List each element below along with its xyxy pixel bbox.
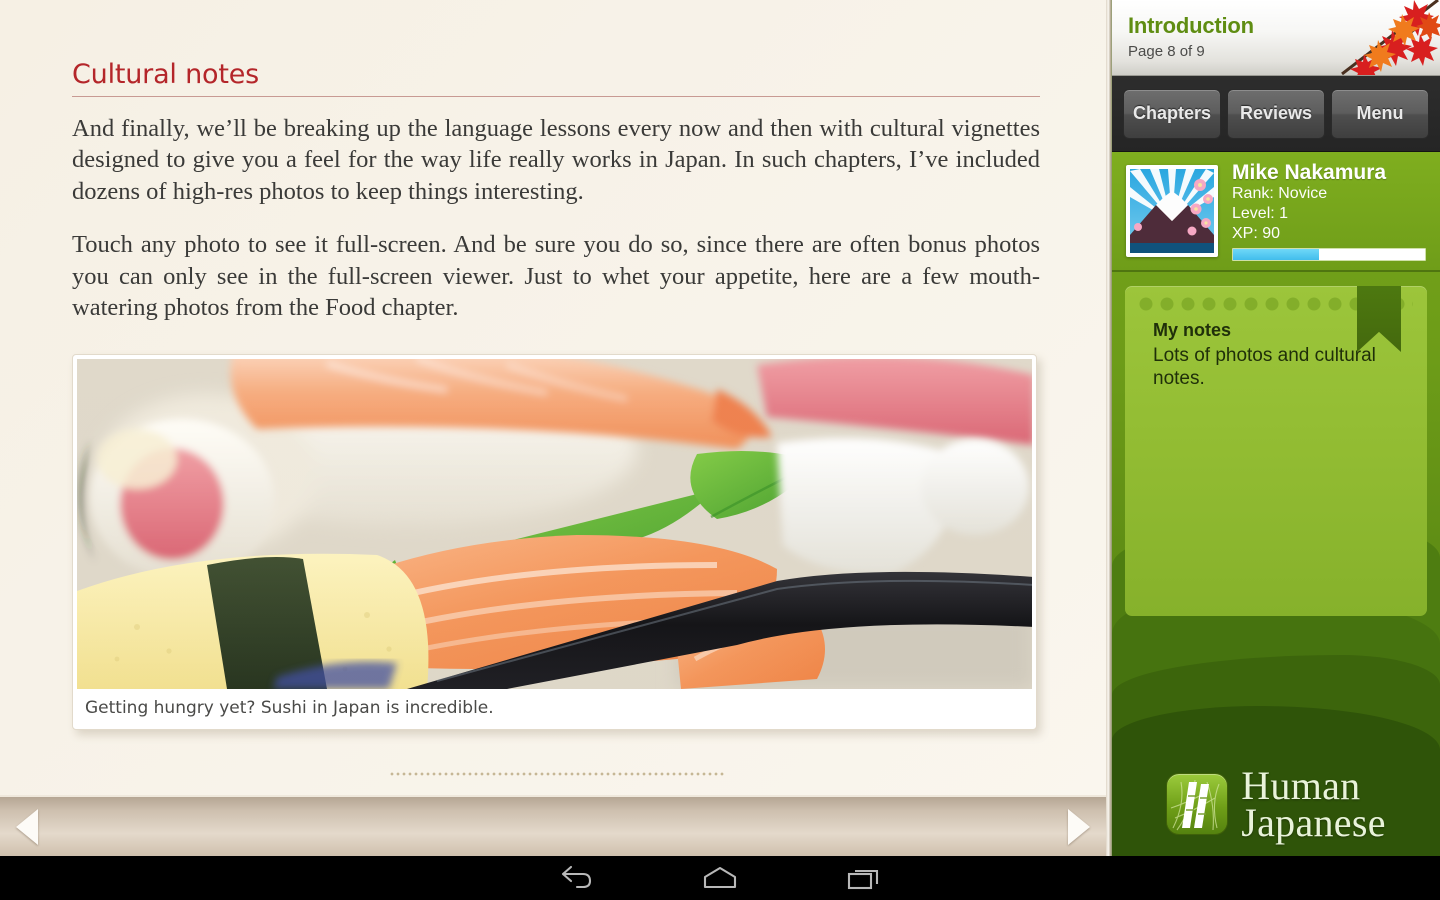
user-rank: Rank: Novice (1232, 185, 1328, 203)
sushi-photo[interactable] (77, 358, 1032, 689)
recents-icon[interactable] (825, 856, 905, 900)
user-xp: XP: 90 (1232, 224, 1281, 242)
logo-line-2: Japanese (1241, 800, 1386, 846)
sidebar: Introduction Page 8 of 9 Chapters Review… (1112, 0, 1440, 856)
page-title: Cultural notes (72, 60, 1040, 97)
android-system-bar (0, 856, 1440, 900)
bamboo-logo-icon (1166, 773, 1229, 836)
app-root: Cultural notes And finally, we’ll be bre… (0, 0, 1440, 900)
tab-reviews[interactable]: Reviews (1227, 88, 1325, 139)
reader-nav-bar (0, 795, 1112, 856)
notes-zone: My notes Lots of photos and cultural not… (1112, 272, 1440, 632)
my-notes-card[interactable]: My notes Lots of photos and cultural not… (1125, 286, 1427, 616)
bookmark-ribbon-icon[interactable] (1357, 286, 1401, 352)
reader-page-content: Cultural notes And finally, we’ll be bre… (0, 0, 1112, 795)
sushi-platter-illustration (77, 358, 1032, 689)
user-profile-panel[interactable]: Mike Nakamura Rank: Novice Level: 1 XP: … (1112, 152, 1440, 272)
logo-wordmark: Human Japanese (1241, 762, 1386, 846)
profile-text-block: Mike Nakamura Rank: Novice Level: 1 XP: … (1232, 160, 1426, 262)
app-logo: Human Japanese (1112, 762, 1440, 846)
triangle-left-icon[interactable] (16, 808, 38, 845)
page-indicator: Page 8 of 9 (1128, 43, 1205, 60)
notes-body: Lots of photos and cultural notes. (1153, 344, 1376, 390)
photo-caption: Getting hungry yet? Sushi in Japan is in… (77, 688, 1032, 729)
bamboo-glyph (1171, 780, 1220, 831)
user-name: Mike Nakamura (1232, 160, 1387, 184)
user-level: Level: 1 (1232, 205, 1289, 222)
sidebar-tab-bar: Chapters Reviews Menu (1112, 76, 1440, 152)
reader-pane: Cultural notes And finally, we’ll be bre… (0, 0, 1112, 856)
body-paragraph: Touch any photo to see it full-screen. A… (72, 231, 1040, 322)
triangle-right-icon[interactable] (1068, 808, 1090, 845)
tab-chapters[interactable]: Chapters (1123, 88, 1221, 139)
body-paragraph: And finally, we’ll be breaking up the la… (72, 114, 1040, 205)
maple-leaf-branch-icon (1341, 0, 1440, 75)
chapter-title: Introduction (1128, 13, 1254, 38)
mount-fuji-sunrise-avatar (1130, 169, 1214, 253)
xp-progress-fill (1233, 249, 1320, 261)
recents-glyph (847, 869, 879, 890)
home-glyph (703, 866, 737, 889)
home-icon[interactable] (680, 856, 760, 900)
sidebar-header: Introduction Page 8 of 9 (1112, 0, 1440, 76)
xp-progress-bar (1232, 248, 1426, 262)
avatar[interactable] (1126, 165, 1218, 257)
back-glyph (561, 865, 592, 889)
back-arrow-icon[interactable] (536, 856, 616, 900)
logo-line-1: Human (1241, 762, 1361, 808)
photo-card[interactable]: Getting hungry yet? Sushi in Japan is in… (72, 353, 1037, 730)
tab-menu[interactable]: Menu (1331, 88, 1429, 139)
dotted-divider (388, 771, 724, 776)
